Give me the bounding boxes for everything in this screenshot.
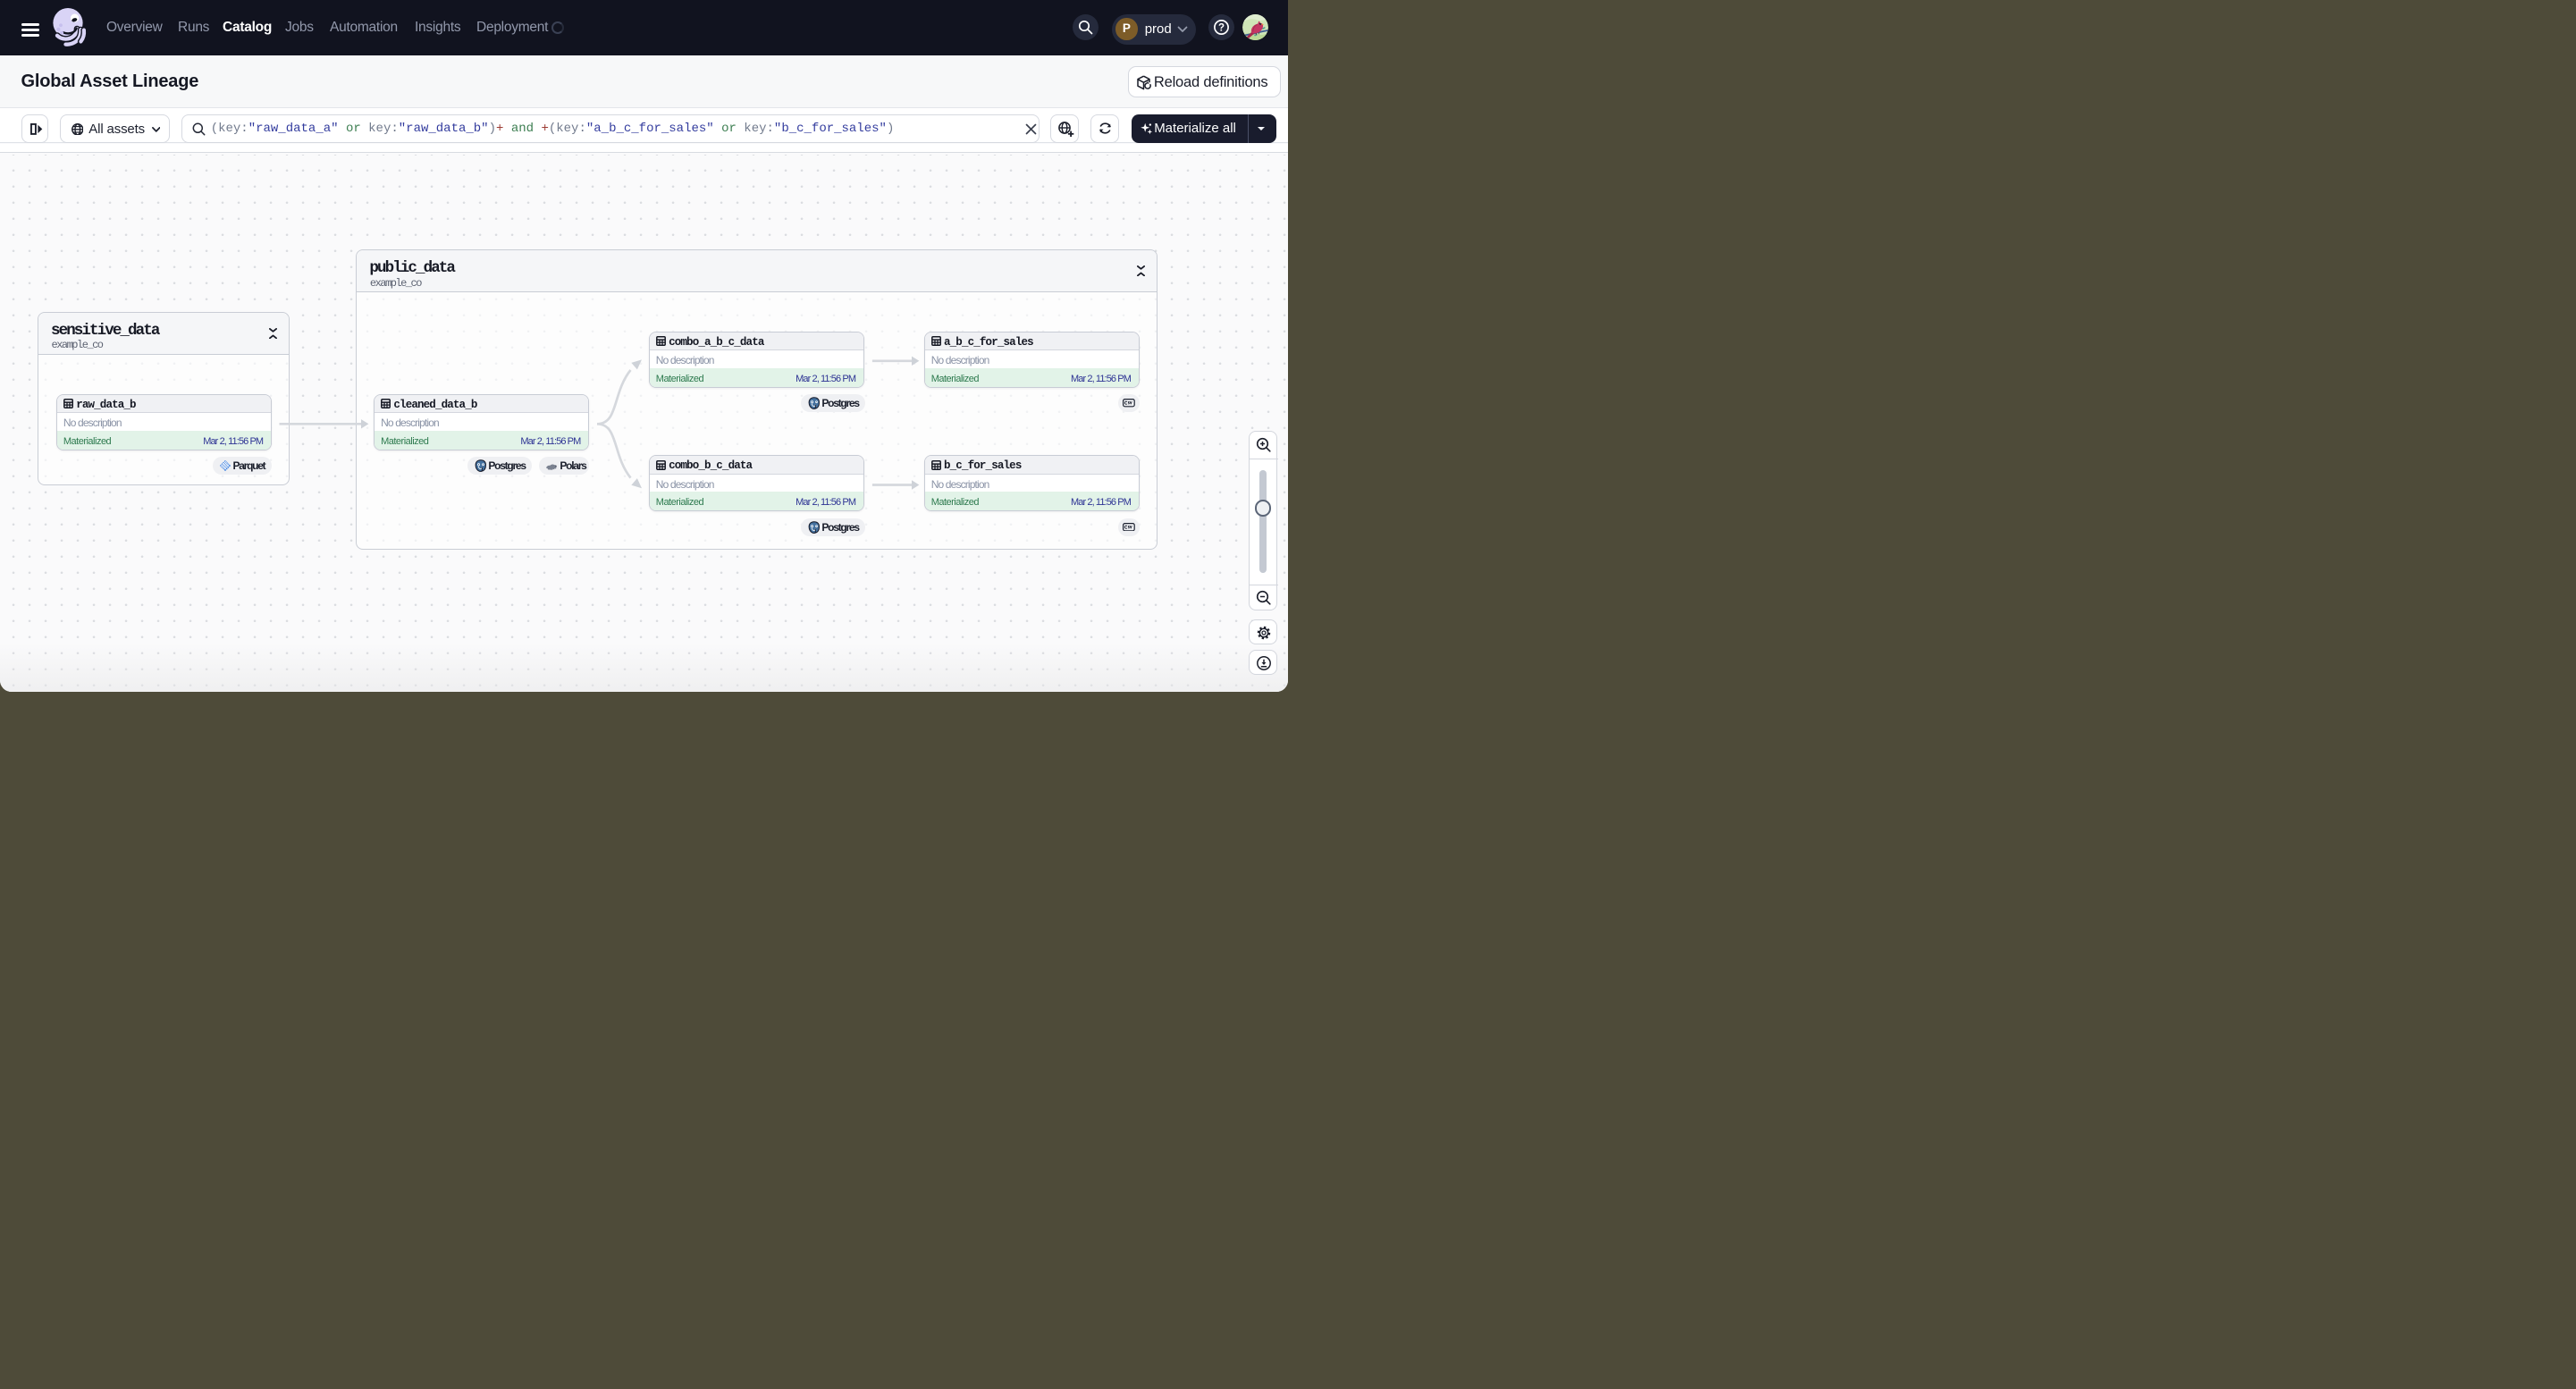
svg-text:?: ? — [1218, 23, 1225, 34]
